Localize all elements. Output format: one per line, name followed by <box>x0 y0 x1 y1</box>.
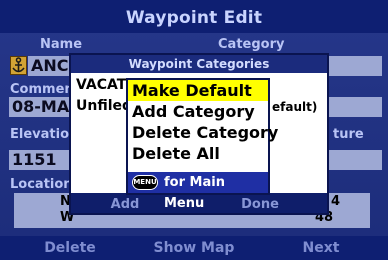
make-default-menu-item[interactable]: Make Default <box>128 80 268 101</box>
category-default-fragment: efault) <box>272 100 318 114</box>
category-item[interactable]: Unfiled <box>76 98 132 114</box>
waypoint-edit-screen: Waypoint Edit Name Category ANC Comment … <box>0 0 388 260</box>
show-map-button[interactable]: Show Map <box>133 238 255 258</box>
temperature-label: ture <box>333 127 364 142</box>
anchor-icon <box>10 56 27 75</box>
main-menu-hint-text: for Main Menu <box>164 175 225 211</box>
category-item[interactable]: VACAT <box>76 77 126 93</box>
comment-field-right[interactable] <box>328 97 382 117</box>
category-field[interactable] <box>328 56 382 76</box>
add-category-menu-item[interactable]: Add Category <box>128 101 268 122</box>
menu-key-icon: MENU <box>132 175 158 190</box>
name-field[interactable]: ANC <box>28 56 72 76</box>
dialog-title: Waypoint Categories <box>128 57 270 71</box>
temperature-field[interactable] <box>328 150 382 170</box>
delete-category-menu-item[interactable]: Delete Category <box>128 122 278 143</box>
comment-field[interactable]: 08-MAI <box>9 97 73 117</box>
location-label: Location <box>10 177 73 192</box>
elevation-field[interactable]: 1151 <box>9 150 73 170</box>
add-button[interactable]: Add <box>75 196 175 214</box>
window-title: Waypoint Edit <box>0 0 388 33</box>
category-label: Category <box>218 37 285 52</box>
delete-all-menu-item[interactable]: Delete All <box>128 143 268 164</box>
location-lat-fragment: 4 <box>331 194 341 209</box>
next-button[interactable]: Next <box>260 238 382 258</box>
main-menu-hint: MENU for Main Menu <box>128 172 268 211</box>
name-label: Name <box>40 37 83 52</box>
delete-button[interactable]: Delete <box>9 238 131 258</box>
